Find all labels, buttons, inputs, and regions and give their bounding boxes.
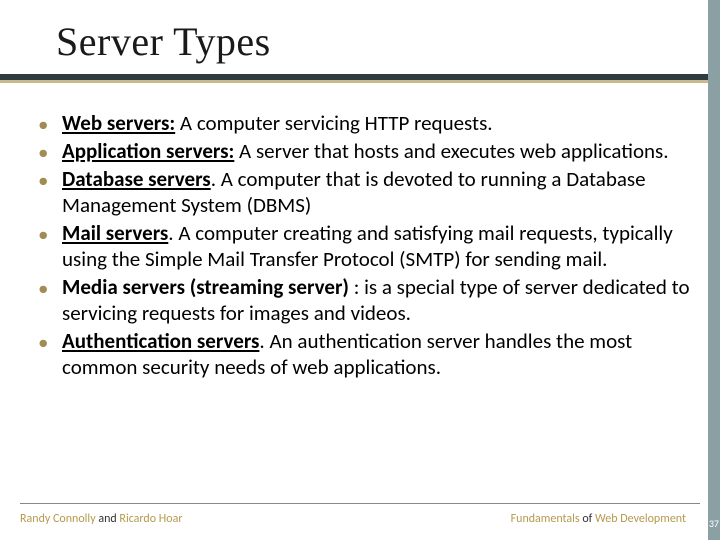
bullet-icon: • bbox=[38, 275, 48, 301]
bullet-icon: • bbox=[38, 111, 48, 137]
desc: A computer servicing HTTP requests. bbox=[175, 110, 492, 136]
list-item: • Mail servers. A computer creating and … bbox=[32, 220, 692, 272]
list-item: • Web servers: A computer servicing HTTP… bbox=[32, 110, 692, 136]
bullet-list: • Web servers: A computer servicing HTTP… bbox=[32, 110, 692, 380]
desc: A server that hosts and executes web app… bbox=[234, 138, 668, 164]
content-area: • Web servers: A computer servicing HTTP… bbox=[32, 110, 692, 382]
book-b: Web Development bbox=[595, 512, 686, 526]
term: Mail servers bbox=[62, 220, 168, 246]
bullet-icon: • bbox=[38, 167, 48, 193]
footer-left: Randy Connolly and Ricardo Hoar bbox=[20, 512, 183, 526]
footer-right: Fundamentals of Web Development bbox=[511, 512, 686, 526]
page-title: Server Types bbox=[0, 0, 720, 71]
list-item: • Authentication servers. An authenticat… bbox=[32, 328, 692, 380]
list-item: • Database servers. A computer that is d… bbox=[32, 166, 692, 218]
page-number: 37 bbox=[709, 517, 719, 530]
term: Application servers: bbox=[62, 138, 234, 164]
term: Web servers: bbox=[62, 110, 175, 136]
slide: Server Types • Web servers: A computer s… bbox=[0, 0, 720, 540]
bullet-icon: • bbox=[38, 139, 48, 165]
side-tab bbox=[708, 0, 720, 540]
term: Authentication servers bbox=[62, 328, 259, 354]
list-item: • Media servers (streaming server) : is … bbox=[32, 274, 692, 326]
list-item: • Application servers: A server that hos… bbox=[32, 138, 692, 164]
footer-rule bbox=[20, 503, 700, 504]
book-mid: of bbox=[580, 512, 595, 526]
author-b: Ricardo Hoar bbox=[119, 512, 182, 526]
term: Media servers (streaming server) bbox=[62, 274, 349, 300]
bullet-icon: • bbox=[38, 329, 48, 355]
author-mid: and bbox=[96, 512, 120, 526]
title-rule bbox=[0, 74, 720, 92]
term: Database servers bbox=[62, 166, 211, 192]
author-a: Randy Connolly bbox=[20, 512, 96, 526]
bullet-icon: • bbox=[38, 221, 48, 247]
rule-tan bbox=[0, 80, 720, 83]
book-a: Fundamentals bbox=[511, 512, 580, 526]
